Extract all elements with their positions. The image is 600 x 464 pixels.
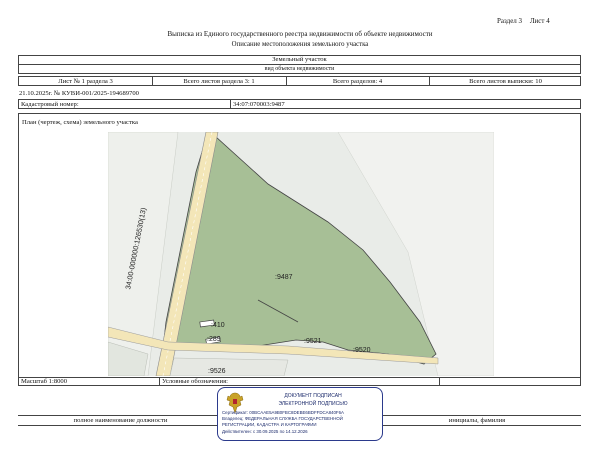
total-sheets-extract: Всего листов выписки: 10 bbox=[469, 77, 542, 85]
parcel-label-289: :289 bbox=[207, 336, 221, 343]
plan-title: План (чертеж, схема) земельного участка bbox=[22, 119, 138, 126]
parcel-label-9526: :9526 bbox=[208, 368, 226, 375]
map-parcel-south bbox=[169, 357, 289, 376]
stamp-title-1: ДОКУМЕНТ ПОДПИСАН bbox=[284, 393, 342, 399]
stamp-title-2: ЭЛЕКТРОННОЙ ПОДПИСЬЮ bbox=[278, 401, 348, 407]
cadastral-number: 34:07:070003:9487 bbox=[233, 100, 285, 108]
stamp-owner-2: РЕГИСТРАЦИИ, КАДАСТРА И КАРТОГРАФИИ bbox=[222, 422, 317, 427]
parcel-label-9521: :9521 bbox=[304, 338, 322, 345]
electronic-signature-stamp: ДОКУМЕНТ ПОДПИСАН ЭЛЕКТРОННОЙ ПОДПИСЬЮ С… bbox=[217, 387, 383, 441]
sheet-info-row: Лист № 1 раздела 3 Всего листов раздела … bbox=[18, 76, 581, 86]
position-caption: полное наименование должности bbox=[73, 417, 168, 424]
parcel-label-9487: :9487 bbox=[275, 274, 293, 281]
legend-label: Условные обозначения: bbox=[162, 378, 228, 385]
document-title: Выписка из Единого государственного реес… bbox=[167, 30, 433, 38]
scale-label: Масштаб 1:8000 bbox=[21, 378, 68, 385]
sheet-label: Лист 4 bbox=[529, 17, 550, 25]
document-number: 21.10.2025г. № КУВИ-001/2025-194689700 bbox=[19, 90, 139, 97]
section-number: Раздел 3 Лист 4 bbox=[497, 18, 550, 25]
parcel-label-9520: :9520 bbox=[353, 347, 371, 354]
position-line bbox=[18, 415, 223, 416]
stamp-owner-1: Владелец: ФЕДЕРАЛЬНАЯ СЛУЖБА ГОСУДАРСТВЕ… bbox=[222, 416, 343, 421]
document-subtitle: Описание местоположения земельного участ… bbox=[231, 41, 369, 48]
object-type: Земельный участок bbox=[272, 56, 327, 63]
sheet-of-section: Лист № 1 раздела 3 bbox=[58, 77, 113, 85]
section-label: Раздел 3 bbox=[497, 17, 523, 25]
stamp-validity: Действителен: с 30.09.2025 по 14.12.2026 bbox=[222, 429, 308, 434]
parcel-label-410: :410 bbox=[211, 322, 225, 329]
stamp-certificate: Сертификат: 00BCAAE5A9B0FBC8DEBE6BDFFDCA… bbox=[222, 410, 344, 415]
map-drawing bbox=[108, 132, 494, 376]
total-sections: Всего разделов: 4 bbox=[332, 77, 383, 85]
cadastral-map: 34:00-000000:126530(13) :9487 :410 :289 … bbox=[108, 132, 494, 376]
cadastral-row: Кадастровый номер: 34:07:070003:9487 bbox=[18, 99, 581, 109]
object-type-table: Земельный участок вид объекта недвижимос… bbox=[18, 55, 581, 74]
initials-caption: инициалы, фамилия bbox=[448, 417, 506, 424]
scale-legend-row: Масштаб 1:8000 Условные обозначения: bbox=[18, 377, 581, 386]
initials-line bbox=[373, 415, 581, 416]
object-type-caption: вид объекта недвижимости bbox=[264, 66, 335, 72]
total-sheets-section: Всего листов раздела 3: 1 bbox=[183, 77, 255, 85]
cadastral-label: Кадастровый номер: bbox=[21, 100, 79, 108]
